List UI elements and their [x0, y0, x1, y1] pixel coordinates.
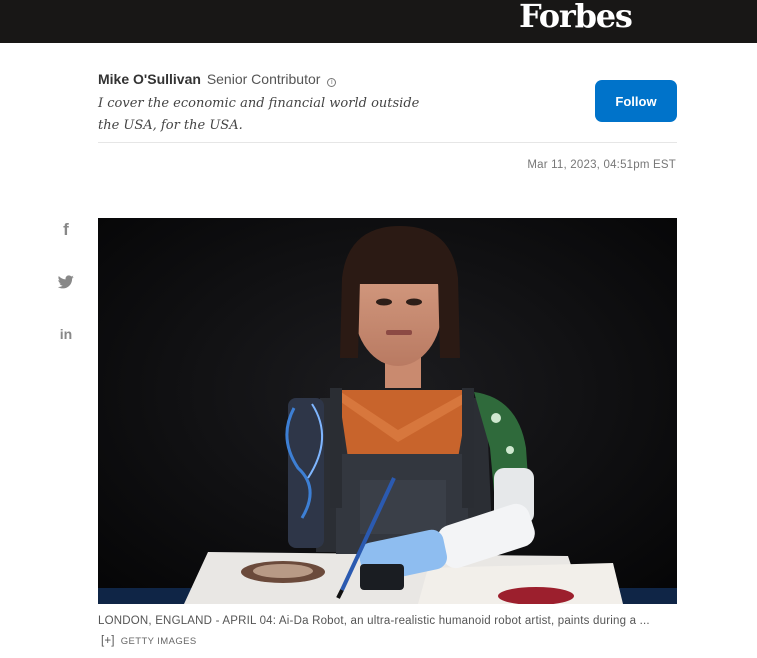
author-bio: I cover the economic and financial world… [98, 96, 420, 133]
author-name[interactable]: Mike O'Sullivan [98, 71, 201, 87]
caption-expand-button[interactable]: [+] [101, 635, 115, 647]
publish-date: Mar 11, 2023, 04:51pm EST [527, 159, 676, 171]
image-credit: GETTY IMAGES [120, 636, 197, 647]
follow-button[interactable]: Follow [595, 80, 677, 122]
image-caption: LONDON, ENGLAND - APRIL 04: Ai-Da Robot,… [98, 611, 677, 652]
twitter-icon[interactable] [56, 272, 76, 292]
info-icon[interactable]: i [327, 78, 337, 87]
facebook-icon[interactable]: f [56, 220, 76, 240]
top-bar: Forbes [0, 0, 757, 43]
robot-photo [98, 218, 677, 604]
author-block: Mike O'Sullivan Senior Contributor i I c… [98, 71, 678, 137]
divider [98, 142, 677, 143]
author-line: Mike O'Sullivan Senior Contributor i [98, 71, 678, 88]
author-title: Senior Contributor [206, 71, 321, 87]
caption-text: LONDON, ENGLAND - APRIL 04: Ai-Da Robot,… [98, 615, 650, 627]
linkedin-icon[interactable]: in [56, 324, 76, 344]
forbes-logo[interactable]: Forbes [519, 0, 633, 35]
hero-image[interactable] [98, 218, 677, 604]
